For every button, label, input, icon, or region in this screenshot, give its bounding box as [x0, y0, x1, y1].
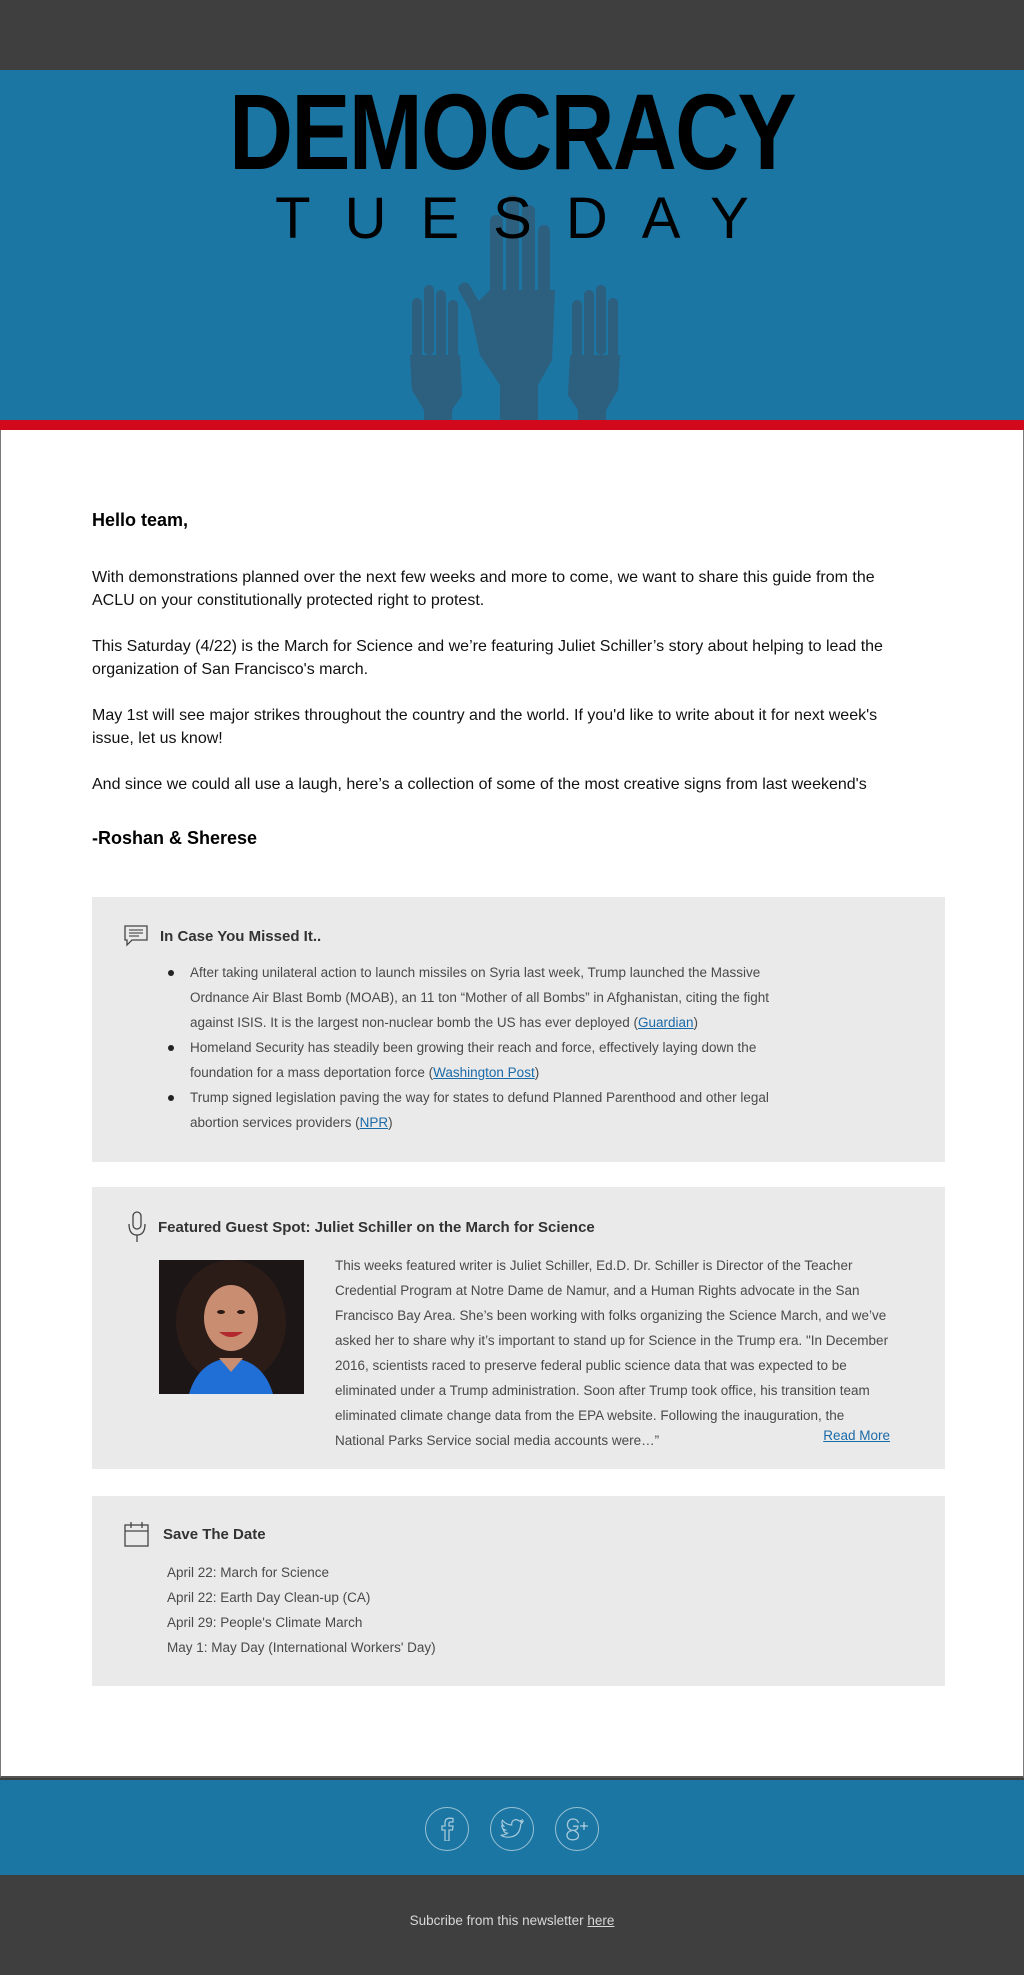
guest-card: Featured Guest Spot: Juliet Schiller on …	[92, 1187, 945, 1469]
chat-bubble-icon	[124, 925, 148, 947]
newsletter-title: DEMOCRACY	[229, 71, 796, 192]
google-plus-icon[interactable]	[555, 1807, 599, 1851]
guest-header: Featured Guest Spot: Juliet Schiller on …	[127, 1211, 595, 1243]
newsletter-subtitle: TUESDAY	[275, 186, 783, 251]
source-link-npr[interactable]: NPR	[360, 1115, 389, 1130]
date-list: April 22: March for Science April 22: Ea…	[167, 1560, 436, 1660]
intro-paragraph: May 1st will see major strikes throughou…	[92, 707, 878, 747]
accent-bar	[0, 420, 1024, 430]
item-end: )	[693, 1015, 699, 1030]
save-date-card: Save The Date April 22: March for Scienc…	[92, 1496, 945, 1686]
missed-title: In Case You Missed It..	[160, 927, 322, 945]
list-item: After taking unilateral action to launch…	[168, 960, 780, 1035]
list-item: Homeland Security has steadily been grow…	[168, 1035, 780, 1085]
guest-title: Featured Guest Spot: Juliet Schiller on …	[158, 1218, 595, 1236]
source-link-washington-post[interactable]: Washington Post	[433, 1065, 535, 1080]
header-banner: DEMOCRACY TUESDAY	[0, 70, 1024, 420]
footer-social-bar	[0, 1780, 1024, 1875]
greeting: Hello team,	[92, 510, 189, 530]
list-item: Trump signed legislation paving the way …	[168, 1085, 780, 1135]
save-date-header: Save The Date	[124, 1522, 266, 1547]
intro-paragraph: And since we could all use a laugh, here…	[92, 776, 867, 793]
unsubscribe-link[interactable]: here	[587, 1913, 614, 1928]
date-item: May 1: May Day (International Workers' D…	[167, 1640, 436, 1655]
top-band	[0, 0, 1024, 70]
date-item: April 22: March for Science	[167, 1565, 330, 1580]
item-end: )	[388, 1115, 393, 1130]
intro-paragraph: With demonstrations planned over the nex…	[92, 569, 875, 609]
unsubscribe-text: Subcribe from this newsletter	[409, 1913, 584, 1928]
intro-paragraph: This Saturday (4/22) is the March for Sc…	[92, 638, 883, 678]
footer-unsubscribe-bar: Subcribe from this newsletter here	[0, 1875, 1024, 1975]
date-item: April 22: Earth Day Clean-up (CA)	[167, 1590, 371, 1605]
source-link-guardian[interactable]: Guardian	[638, 1015, 694, 1030]
item-end: )	[534, 1065, 540, 1080]
microphone-icon	[128, 1211, 146, 1242]
signoff: -Roshan & Sherese	[92, 828, 258, 848]
calendar-icon	[124, 1522, 149, 1547]
read-more-link[interactable]: Read More	[823, 1428, 890, 1443]
newsletter-body: Hello team, With demonstrations planned …	[0, 430, 1024, 1778]
missed-header: In Case You Missed It..	[124, 925, 321, 947]
date-item: April 29: People's Climate March	[167, 1615, 363, 1630]
item-text: Trump signed legislation paving the way …	[190, 1090, 769, 1130]
unsubscribe-line: Subcribe from this newsletter here	[0, 1913, 1024, 1928]
guest-photo	[159, 1260, 304, 1394]
missed-card: In Case You Missed It.. After taking uni…	[92, 897, 945, 1162]
twitter-icon[interactable]	[490, 1807, 534, 1851]
save-date-title: Save The Date	[163, 1526, 266, 1543]
guest-body: This weeks featured writer is Juliet Sch…	[335, 1258, 889, 1448]
facebook-icon[interactable]	[425, 1807, 469, 1851]
missed-list: After taking unilateral action to launch…	[168, 960, 780, 1135]
